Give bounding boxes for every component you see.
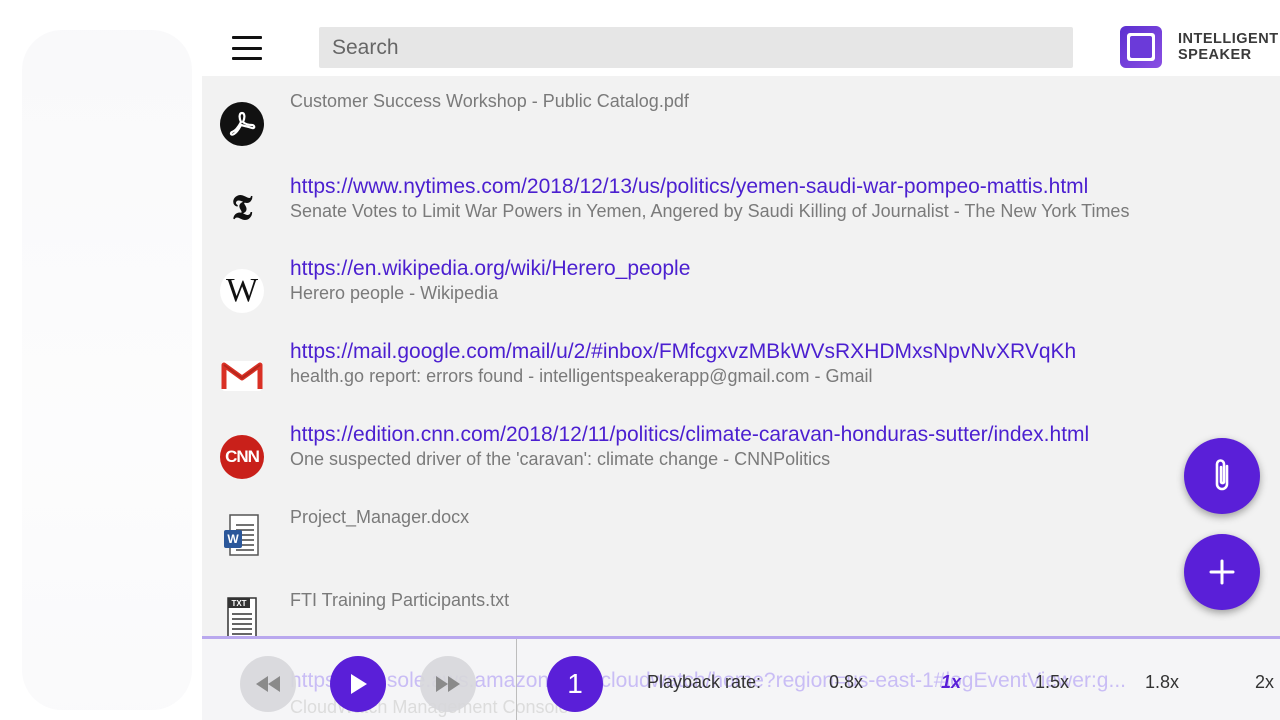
- list-item[interactable]: 𝕿 https://www.nytimes.com/2018/12/13/us/…: [202, 160, 1280, 244]
- list-item[interactable]: W Project_Manager.docx: [202, 492, 1280, 576]
- play-button[interactable]: [330, 656, 386, 712]
- item-title: Customer Success Workshop - Public Catal…: [290, 91, 689, 111]
- search-input[interactable]: [319, 27, 1073, 68]
- svg-text:W: W: [227, 532, 239, 546]
- list-item[interactable]: CNN https://edition.cnn.com/2018/12/11/p…: [202, 409, 1280, 493]
- cnn-icon: CNN: [220, 435, 264, 479]
- brand-logo-icon: [1120, 26, 1162, 68]
- item-title: One suspected driver of the 'caravan': c…: [290, 449, 831, 469]
- fast-forward-icon: [436, 676, 460, 692]
- item-url-link[interactable]: https://www.nytimes.com/2018/12/13/us/po…: [290, 175, 1088, 199]
- fast-forward-button[interactable]: [420, 656, 476, 712]
- item-url-link[interactable]: https://edition.cnn.com/2018/12/11/polit…: [290, 423, 1089, 447]
- list-item[interactable]: Customer Success Workshop - Public Catal…: [202, 76, 1280, 160]
- player-bar: https://console.aws.amazon.com/cloudwatc…: [202, 636, 1280, 720]
- pdf-icon: [220, 102, 264, 146]
- gmail-icon: [220, 353, 264, 397]
- brand-name-line1: INTELLIGENT: [1178, 31, 1279, 47]
- play-icon: [351, 674, 367, 694]
- player-divider: [516, 639, 517, 720]
- top-bar: INTELLIGENT SPEAKER: [202, 16, 1280, 76]
- paperclip-icon: [1215, 459, 1229, 491]
- nytimes-icon: 𝕿: [220, 186, 264, 230]
- rate-option-1x[interactable]: 1x: [941, 672, 961, 693]
- list-item[interactable]: https://mail.google.com/mail/u/2/#inbox/…: [202, 326, 1280, 410]
- rate-option-0.8x[interactable]: 0.8x: [829, 672, 863, 693]
- item-url-link[interactable]: https://mail.google.com/mail/u/2/#inbox/…: [290, 340, 1076, 364]
- list-item[interactable]: W https://en.wikipedia.org/wiki/Herero_p…: [202, 243, 1280, 327]
- wikipedia-icon: W: [220, 269, 264, 313]
- speed-indicator[interactable]: 1: [547, 656, 603, 712]
- rate-option-2x[interactable]: 2x: [1255, 672, 1274, 693]
- brand-name-line2: SPEAKER: [1178, 47, 1252, 63]
- plus-icon: [1209, 559, 1235, 585]
- add-button[interactable]: [1184, 534, 1260, 610]
- rate-option-1.5x[interactable]: 1.5x: [1035, 672, 1069, 693]
- rewind-icon: [256, 676, 280, 692]
- txt-file-icon: TXT: [220, 597, 264, 641]
- left-background: [0, 0, 202, 720]
- item-title: Herero people - Wikipedia: [290, 283, 499, 303]
- brand: INTELLIGENT SPEAKER: [1120, 25, 1279, 69]
- item-title: FTI Training Participants.txt: [290, 590, 510, 610]
- item-title: Project_Manager.docx: [290, 507, 470, 527]
- background-figure: [22, 30, 192, 710]
- attach-button[interactable]: [1184, 438, 1260, 514]
- app-panel: INTELLIGENT SPEAKER Customer Success Wor…: [202, 16, 1280, 720]
- rate-option-1.8x[interactable]: 1.8x: [1145, 672, 1179, 693]
- word-doc-icon: W: [220, 514, 264, 558]
- svg-text:TXT: TXT: [231, 599, 246, 608]
- playback-rate-label: Playback rate:: [647, 672, 762, 692]
- item-title: health.go report: errors found - intelli…: [290, 366, 873, 386]
- item-url-link[interactable]: https://en.wikipedia.org/wiki/Herero_peo…: [290, 257, 690, 281]
- menu-icon[interactable]: [232, 36, 262, 60]
- item-title: Senate Votes to Limit War Powers in Yeme…: [290, 201, 1130, 221]
- rewind-button[interactable]: [240, 656, 296, 712]
